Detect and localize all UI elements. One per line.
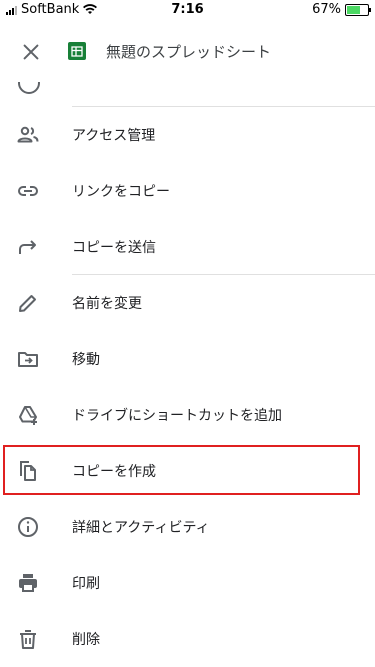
battery-icon bbox=[345, 3, 371, 16]
menu-item-label: ドライブにショートカットを追加 bbox=[72, 408, 282, 424]
menu-item-send-copy[interactable]: コピーを送信 bbox=[0, 219, 375, 275]
menu-item-details[interactable]: 詳細とアクティビティ bbox=[0, 499, 375, 555]
battery-percent: 67% bbox=[312, 2, 341, 17]
menu-item-rename[interactable]: 名前を変更 bbox=[0, 275, 375, 331]
battery-fill bbox=[347, 5, 361, 14]
menu-item-label: 移動 bbox=[72, 352, 100, 368]
people-icon bbox=[17, 126, 39, 143]
forward-icon bbox=[19, 240, 36, 254]
menu-item-print[interactable]: 印刷 bbox=[0, 555, 375, 611]
sheet-header: 無題のスプレッドシート bbox=[0, 20, 375, 82]
close-icon[interactable] bbox=[20, 41, 42, 63]
menu-item-label: 削除 bbox=[72, 632, 100, 648]
link-icon bbox=[18, 186, 38, 196]
drive-shortcut-icon bbox=[19, 406, 37, 425]
menu-item-label: 名前を変更 bbox=[72, 296, 142, 312]
highlight-box bbox=[3, 445, 360, 495]
status-bar: SoftBank 7:16 67% bbox=[0, 0, 375, 20]
menu-item-manage-access[interactable]: アクセス管理 bbox=[0, 107, 375, 163]
sheets-logo-icon bbox=[68, 42, 86, 60]
menu-item-label: アクセス管理 bbox=[72, 128, 156, 144]
menu-item-move[interactable]: 移動 bbox=[0, 331, 375, 387]
partial-item-icon bbox=[18, 82, 40, 94]
pencil-icon bbox=[19, 295, 36, 312]
status-right: 67% bbox=[312, 2, 371, 17]
menu-item-label: 印刷 bbox=[72, 576, 100, 592]
info-icon bbox=[18, 517, 38, 537]
menu-item-label: リンクをコピー bbox=[72, 184, 170, 200]
trash-icon bbox=[20, 630, 36, 649]
menu-item-label: 詳細とアクティビティ bbox=[72, 520, 210, 536]
document-title: 無題のスプレッドシート bbox=[106, 43, 272, 61]
move-folder-icon bbox=[18, 352, 38, 367]
print-icon bbox=[19, 574, 37, 592]
menu-item-delete[interactable]: 削除 bbox=[0, 611, 375, 667]
menu-item-label: コピーを送信 bbox=[72, 240, 156, 256]
menu-item-copy-link[interactable]: リンクをコピー bbox=[0, 163, 375, 219]
menu-item-add-shortcut[interactable]: ドライブにショートカットを追加 bbox=[0, 387, 375, 443]
partial-menu-item[interactable] bbox=[0, 82, 375, 94]
